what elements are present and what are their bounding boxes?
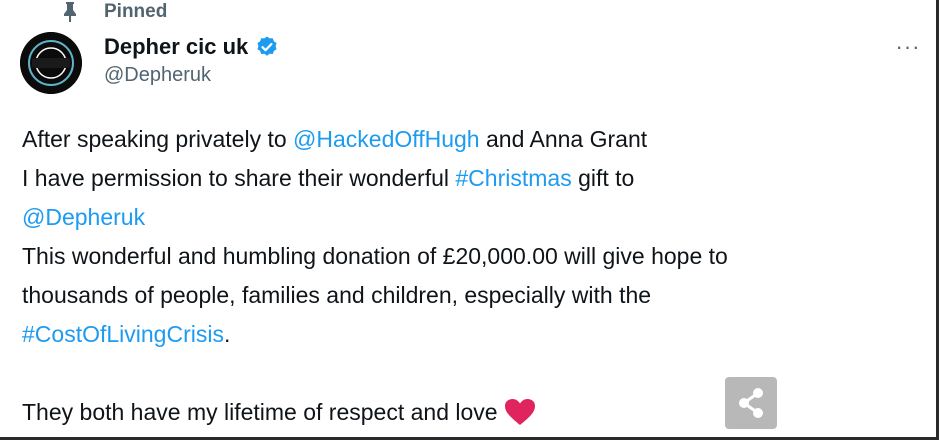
share-icon [739, 388, 763, 418]
verified-badge-icon [257, 36, 277, 56]
tweet-line-6: #CostOfLivingCrisis. [22, 321, 231, 347]
author-header: Depher cic uk @Depheruk [104, 32, 279, 87]
more-icon: ··· [895, 34, 921, 59]
tweet-card: Pinned Depher cic uk @Depheruk ··· After… [0, 0, 939, 440]
tweet-line-5: thousands of people, families and childr… [22, 282, 652, 308]
tweet-line-3: @Depheruk [22, 198, 922, 237]
hashtag-link[interactable]: #Christmas [455, 165, 571, 191]
tweet-line-1: After speaking privately to @HackedOffHu… [22, 126, 648, 152]
hashtag-link[interactable]: #CostOfLivingCrisis [22, 321, 224, 347]
tweet-line-2: I have permission to share their wonderf… [22, 165, 635, 191]
pinned-label: Pinned [104, 1, 168, 22]
tweet-line-4: This wonderful and humbling donation of … [22, 243, 728, 269]
pin-icon [64, 2, 76, 22]
tweet-text: After speaking privately to @HackedOffHu… [22, 120, 922, 432]
avatar[interactable] [20, 32, 82, 94]
pinned-indicator: Pinned [60, 0, 167, 24]
author-name[interactable]: Depher cic uk [104, 34, 248, 60]
share-button[interactable] [725, 377, 777, 429]
mention-link[interactable]: @Depheruk [22, 204, 145, 230]
avatar-logo-icon [20, 32, 82, 94]
tweet-line-7: They both have my lifetime of respect an… [22, 393, 922, 432]
more-options-button[interactable]: ··· [890, 34, 926, 60]
author-handle[interactable]: @Depheruk [104, 64, 279, 87]
red-heart-icon [504, 399, 535, 425]
mention-link[interactable]: @HackedOffHugh [293, 126, 480, 152]
